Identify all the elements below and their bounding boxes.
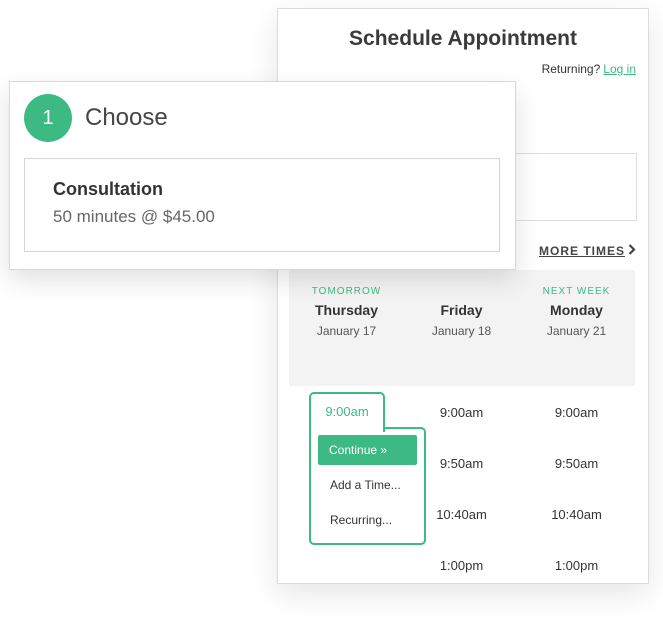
- login-link[interactable]: Log in: [603, 62, 636, 76]
- day-name: Thursday: [314, 302, 378, 318]
- day-tag: TOMORROW: [311, 286, 382, 297]
- returning-prompt: Returning? Log in: [542, 62, 636, 76]
- day-tag: NEXT WEEK: [542, 286, 611, 297]
- page-title: Schedule Appointment: [349, 27, 577, 50]
- day-column-friday: Friday January 18: [404, 286, 519, 338]
- day-date: January 17: [316, 324, 377, 338]
- service-option[interactable]: Consultation 50 minutes @ $45.00: [24, 158, 500, 252]
- day-column-monday: NEXT WEEK Monday January 21: [519, 286, 634, 338]
- add-time-menu-item[interactable]: Add a Time...: [330, 478, 401, 492]
- time-slot-monday[interactable]: 9:00am: [519, 405, 634, 420]
- step-number-badge: 1: [24, 94, 72, 142]
- more-times-label: MORE TIMES: [538, 244, 625, 258]
- time-slot-monday[interactable]: 10:40am: [519, 507, 634, 522]
- time-slot-friday[interactable]: 1:00pm: [404, 558, 519, 573]
- service-name: Consultation: [53, 179, 163, 199]
- service-select-box[interactable]: [508, 153, 637, 221]
- choose-card: 1 Choose Consultation 50 minutes @ $45.0…: [9, 81, 516, 270]
- day-date: January 21: [546, 324, 607, 338]
- time-slot-monday[interactable]: 9:50am: [519, 456, 634, 471]
- days-header: TOMORROW Thursday January 17 Friday Janu…: [289, 270, 635, 386]
- menu-tab-join: [311, 425, 383, 430]
- time-slot-monday[interactable]: 1:00pm: [519, 558, 634, 573]
- more-times-link[interactable]: MORE TIMES: [539, 243, 636, 258]
- recurring-menu-item[interactable]: Recurring...: [330, 513, 392, 527]
- returning-text: Returning?: [541, 62, 601, 76]
- day-tag: [404, 286, 519, 300]
- chevron-right-icon: [628, 243, 636, 258]
- day-date: January 18: [431, 324, 492, 338]
- day-name: Monday: [550, 302, 603, 318]
- time-slot-friday[interactable]: 9:00am: [404, 405, 519, 420]
- service-detail: 50 minutes @ $45.00: [53, 207, 215, 226]
- day-column-thursday: TOMORROW Thursday January 17: [289, 286, 404, 338]
- step-title: Choose: [85, 104, 168, 131]
- day-name: Friday: [440, 302, 483, 318]
- continue-button[interactable]: Continue »: [318, 435, 417, 465]
